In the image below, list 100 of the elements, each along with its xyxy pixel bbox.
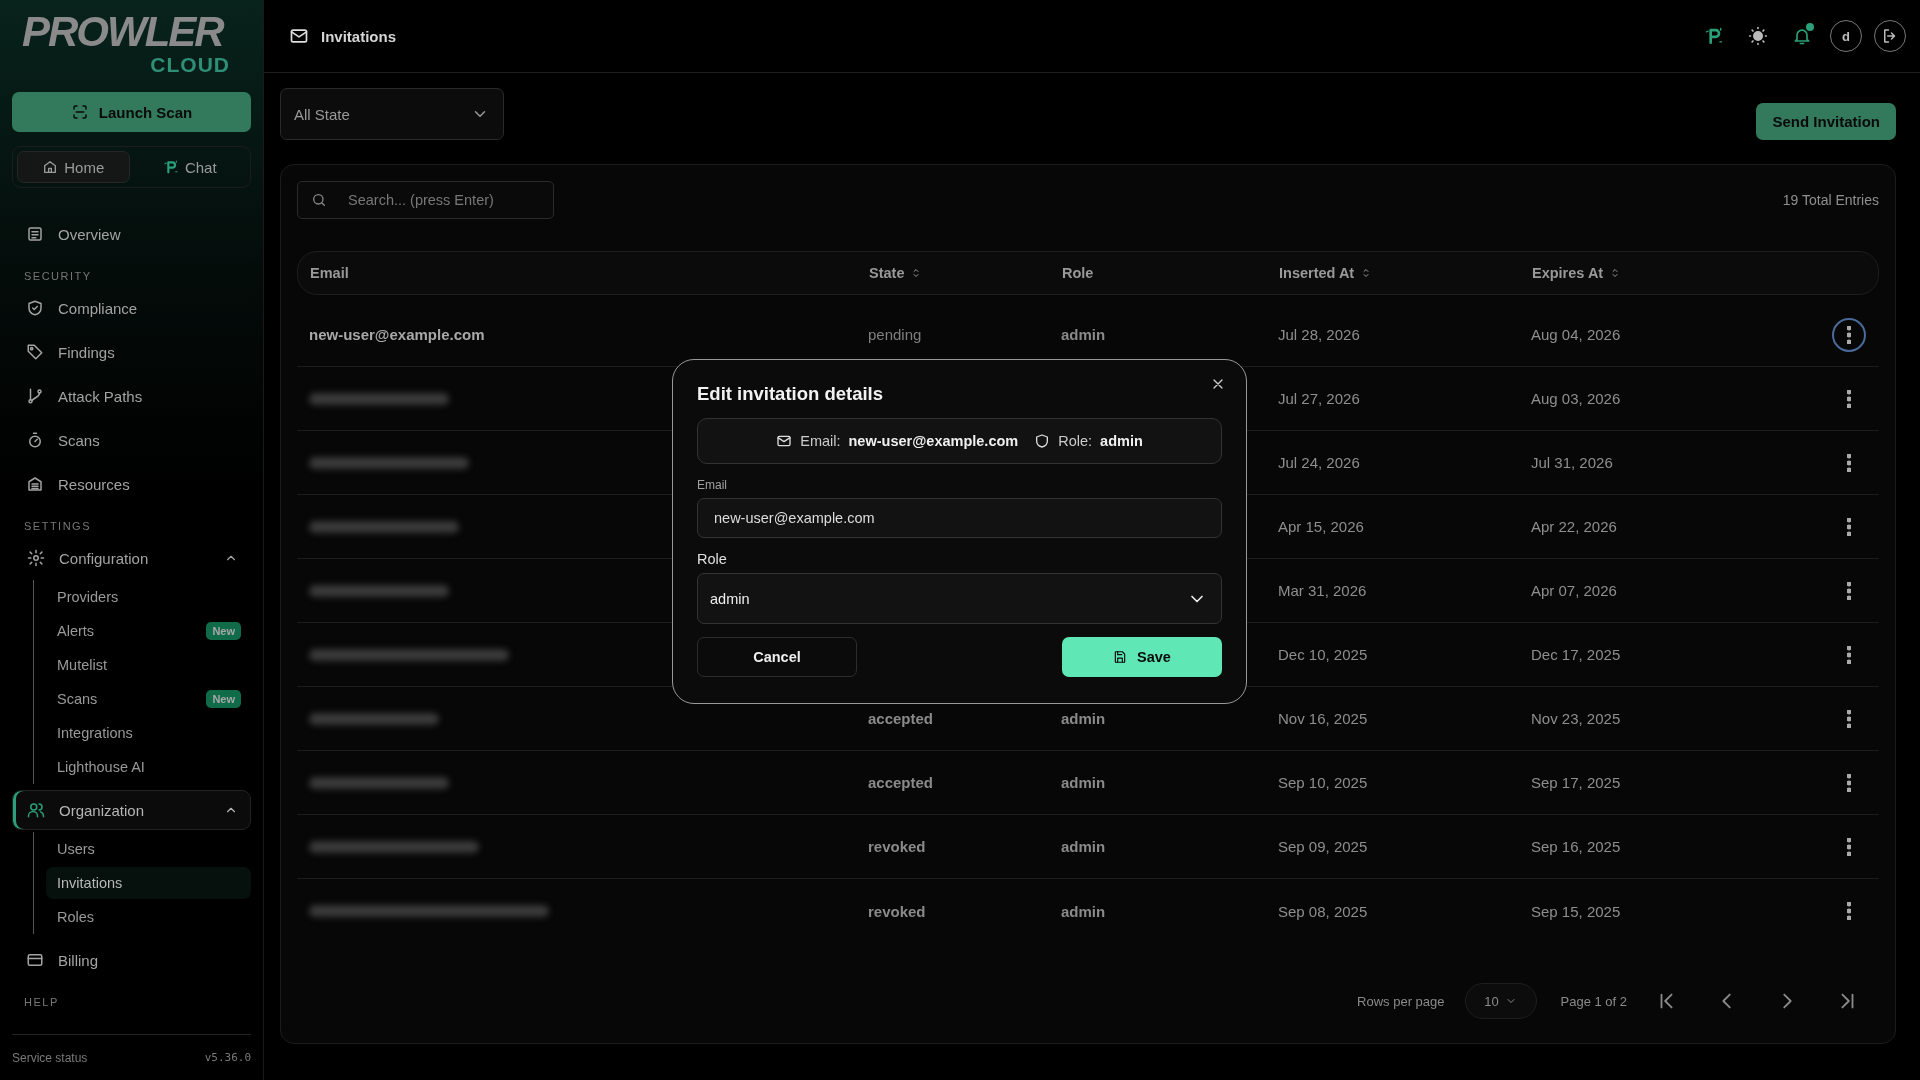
state-cell: accepted <box>868 774 934 791</box>
email-cell: new-user@example.com <box>309 326 485 343</box>
date-cell: Nov 23, 2025 <box>1531 710 1621 727</box>
date-cell: Sep 08, 2025 <box>1278 902 1368 920</box>
date-cell: Dec 17, 2025 <box>1531 646 1621 663</box>
bell-icon <box>1792 26 1812 46</box>
nav-item[interactable]: Findings <box>12 330 251 374</box>
nav-subitem[interactable]: Mutelist <box>46 649 251 681</box>
column-header: Role <box>1062 265 1094 281</box>
summary-label: Role: <box>1058 433 1093 449</box>
branch-icon <box>26 387 44 405</box>
new-badge: New <box>206 622 241 640</box>
more-icon <box>1847 645 1851 664</box>
field-label: Role <box>697 551 728 567</box>
email-field[interactable]: new-user@example.com <box>697 498 1222 538</box>
more-icon <box>1847 389 1851 408</box>
date-cell: Aug 03, 2026 <box>1531 390 1621 407</box>
date-cell: Sep 17, 2025 <box>1531 774 1621 791</box>
role-cell: admin <box>1061 774 1106 791</box>
more-icon <box>1847 325 1851 344</box>
role-cell: admin <box>1061 326 1106 343</box>
shield-icon <box>26 299 44 317</box>
view-tab[interactable]: Chat <box>133 151 246 183</box>
nav-subitem[interactable]: Providers <box>46 581 251 613</box>
settings-icon <box>27 549 45 567</box>
date-cell: Jul 28, 2026 <box>1278 326 1360 343</box>
nav-group[interactable]: Configuration <box>12 538 251 578</box>
nav-item[interactable]: Overview <box>12 212 251 256</box>
date-cell: Apr 07, 2026 <box>1531 582 1617 599</box>
nav-item[interactable]: Resources <box>12 462 251 506</box>
home-icon <box>42 159 59 175</box>
date-cell: Mar 31, 2026 <box>1278 582 1367 599</box>
service-status-link[interactable]: Service status <box>12 1050 88 1065</box>
column-header[interactable]: State <box>869 265 923 281</box>
p-logo-icon <box>162 159 179 175</box>
logo-wordmark: PROWLER <box>22 12 225 52</box>
date-cell: Apr 15, 2026 <box>1278 518 1364 535</box>
state-cell: pending <box>868 326 922 343</box>
rows-per-page-select[interactable]: 10 <box>1464 983 1537 1019</box>
launch-scan-button[interactable]: Launch Scan <box>12 92 251 132</box>
date-cell: Jul 31, 2026 <box>1531 454 1613 471</box>
nav-subitem[interactable]: Integrations <box>46 717 251 749</box>
new-badge: New <box>206 690 241 708</box>
nav-item[interactable]: Billing <box>12 938 251 982</box>
save-button[interactable]: Save <box>1062 637 1222 677</box>
date-cell: Jul 24, 2026 <box>1278 454 1360 471</box>
sun-icon <box>1748 26 1768 46</box>
more-icon <box>1847 902 1851 920</box>
date-cell: Jul 27, 2026 <box>1278 390 1360 407</box>
more-icon <box>1847 709 1851 728</box>
role-select[interactable]: admin <box>697 573 1222 624</box>
more-icon <box>1847 517 1851 536</box>
nav-subitem[interactable]: Invitations <box>46 867 251 899</box>
section-heading: SECURITY <box>23 269 93 284</box>
rows-per-page-label: Rows per page <box>1357 993 1445 1009</box>
search-field[interactable]: Search... (press Enter) <box>297 181 554 219</box>
role-cell: admin <box>1061 838 1106 855</box>
state-cell: accepted <box>868 710 934 727</box>
nav-group[interactable]: Organization <box>12 790 251 830</box>
date-cell: Apr 22, 2026 <box>1531 518 1617 535</box>
total-entries: 19 Total Entries <box>1782 192 1879 208</box>
date-cell: Sep 16, 2025 <box>1531 838 1621 855</box>
date-cell: Dec 10, 2025 <box>1278 646 1368 663</box>
date-cell: Sep 15, 2025 <box>1531 902 1621 920</box>
nav-item[interactable]: Scans <box>12 418 251 462</box>
column-header[interactable]: Expires At <box>1532 265 1622 281</box>
summary-value: new-user@example.com <box>848 433 1019 449</box>
role-cell: admin <box>1061 710 1106 727</box>
state-cell: revoked <box>868 838 926 855</box>
nav-item[interactable]: Attack Paths <box>12 374 251 418</box>
tag-icon <box>26 343 44 361</box>
more-icon <box>1847 773 1851 792</box>
users-icon <box>27 801 45 819</box>
section-heading: SETTINGS <box>23 519 92 534</box>
nav-subitem[interactable]: Lighthouse AI <box>46 751 251 783</box>
mail-icon <box>289 26 309 46</box>
date-cell: Sep 09, 2025 <box>1278 838 1368 855</box>
cancel-button[interactable]: Cancel <box>697 637 857 677</box>
building-icon <box>26 475 44 493</box>
nav-subitem[interactable]: Alerts New <box>46 615 251 647</box>
row-actions-button[interactable] <box>1832 317 1866 352</box>
send-invitation-button[interactable]: Send Invitation <box>1756 103 1896 140</box>
more-icon <box>1847 453 1851 472</box>
state-filter-select[interactable]: All State <box>280 88 504 140</box>
scan-icon <box>70 103 89 121</box>
logo-subtitle: CLOUD <box>150 52 230 78</box>
state-cell: revoked <box>868 902 926 920</box>
dialog-title: Edit invitation details <box>697 383 885 405</box>
view-tab[interactable]: Home <box>17 151 130 183</box>
column-header[interactable]: Inserted At <box>1279 265 1373 281</box>
nav-subitem[interactable]: Scans New <box>46 683 251 715</box>
date-cell: Nov 16, 2025 <box>1278 710 1368 727</box>
document-icon <box>26 225 44 243</box>
more-icon <box>1847 581 1851 600</box>
shield-icon <box>1034 433 1051 449</box>
nav-item[interactable]: Compliance <box>12 286 251 330</box>
nav-subitem[interactable]: Users <box>46 833 251 865</box>
nav-subitem[interactable]: Roles <box>46 901 251 933</box>
page-info: Page 1 of 2 <box>1560 993 1627 1009</box>
date-cell: Aug 04, 2026 <box>1531 326 1621 343</box>
